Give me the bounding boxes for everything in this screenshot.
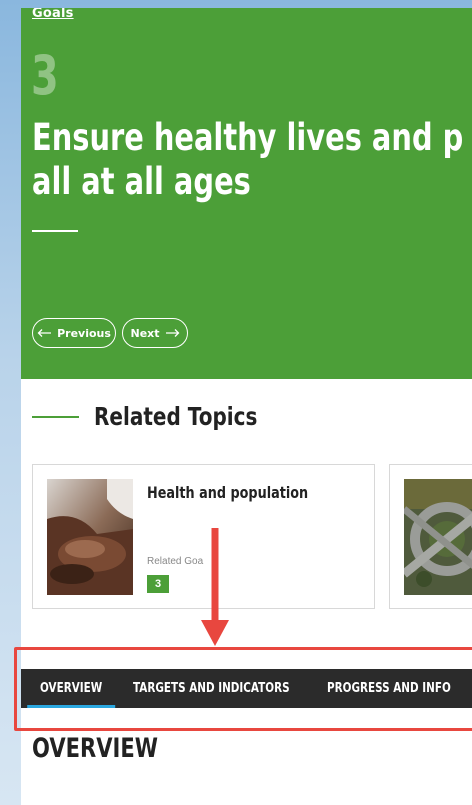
road-topic-image [404, 479, 472, 595]
next-button[interactable]: Next [122, 318, 188, 348]
related-topics-header: Related Topics [32, 402, 298, 431]
goal-hero: Goals 3 Ensure healthy lives and p all a… [21, 8, 472, 379]
arrow-left-icon [37, 329, 52, 337]
card-title[interactable]: Health and population [147, 483, 308, 502]
goal-badge[interactable]: 3 [147, 575, 169, 593]
annotation-highlight-box [14, 647, 472, 731]
heading-accent-line [32, 415, 79, 418]
health-topic-image [47, 479, 133, 595]
title-underline [32, 230, 78, 232]
breadcrumb-goals-link[interactable]: Goals [32, 8, 74, 21]
arrow-right-icon [165, 329, 179, 337]
goal-title-line-1: Ensure healthy lives and p [32, 116, 464, 159]
annotation-arrow-icon [201, 528, 229, 646]
goal-number: 3 [31, 44, 59, 107]
overview-heading: OVERVIEW [32, 733, 158, 764]
goal-title: Ensure healthy lives and p all at all ag… [32, 116, 469, 204]
previous-label: Previous [57, 326, 111, 340]
next-label: Next [130, 326, 160, 340]
goal-title-line-2: all at all ages [32, 160, 251, 203]
previous-button[interactable]: Previous [32, 318, 116, 348]
related-topics-title: Related Topics [94, 402, 258, 431]
related-topic-card-2[interactable] [389, 464, 472, 609]
